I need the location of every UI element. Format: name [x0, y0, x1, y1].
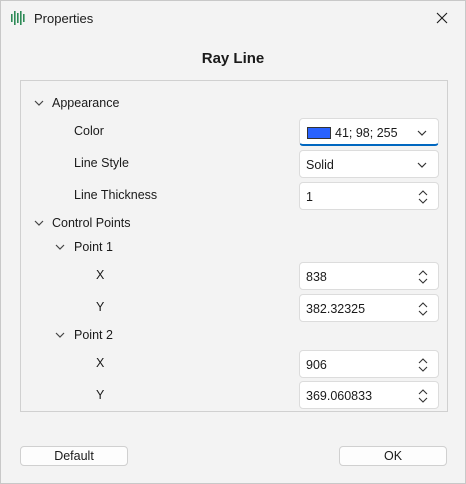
chevron-down-icon — [417, 162, 427, 168]
ok-button[interactable]: OK — [339, 446, 447, 466]
dialog-heading: Ray Line — [201, 50, 265, 67]
title-bar: Properties — [1, 1, 465, 35]
spin-arrows-icon[interactable] — [418, 299, 428, 319]
color-value: 41; 98; 255 — [335, 126, 398, 140]
spin-arrows-icon[interactable] — [418, 187, 428, 207]
spin-arrows-icon[interactable] — [418, 355, 428, 375]
close-icon — [436, 12, 448, 24]
point2-x-label: X — [96, 356, 105, 370]
spin-arrows-icon[interactable] — [418, 267, 428, 287]
line-style-value: Solid — [306, 158, 334, 172]
chevron-down-icon[interactable] — [33, 97, 45, 109]
point2-y-stepper[interactable]: 369.060833 — [299, 381, 439, 409]
group-point-2[interactable]: Point 2 — [21, 323, 447, 347]
properties-dialog: Properties Ray Line Appearance Color 41;… — [0, 0, 466, 484]
line-thickness-stepper[interactable]: 1 — [299, 182, 439, 210]
point2-y-value: 369.060833 — [306, 389, 373, 403]
properties-tree: Appearance Color 41; 98; 255 Line Style … — [20, 80, 448, 412]
group-point-2-label: Point 2 — [74, 328, 113, 342]
line-style-label: Line Style — [74, 156, 129, 170]
chevron-down-icon — [417, 130, 427, 136]
point1-y-stepper[interactable]: 382.32325 — [299, 294, 439, 322]
color-label: Color — [74, 124, 104, 138]
point1-x-value: 838 — [306, 270, 327, 284]
spin-arrows-icon[interactable] — [418, 386, 428, 406]
group-appearance-label: Appearance — [52, 96, 120, 110]
chevron-down-icon[interactable] — [33, 217, 45, 229]
line-thickness-value: 1 — [306, 190, 313, 204]
point2-x-value: 906 — [306, 358, 327, 372]
window-title: Properties — [34, 11, 94, 26]
line-thickness-label: Line Thickness — [74, 188, 158, 202]
color-swatch — [307, 127, 331, 139]
group-point-1-label: Point 1 — [74, 240, 113, 254]
color-picker[interactable]: 41; 98; 255 — [299, 118, 439, 146]
point1-y-value: 382.32325 — [306, 302, 366, 316]
default-button[interactable]: Default — [20, 446, 128, 466]
group-control-points-label: Control Points — [52, 216, 131, 230]
group-control-points[interactable]: Control Points — [21, 211, 447, 235]
point2-y-label: Y — [96, 388, 105, 402]
chevron-down-icon[interactable] — [54, 241, 66, 253]
point1-x-stepper[interactable]: 838 — [299, 262, 439, 290]
app-waveform-icon — [11, 11, 25, 25]
group-appearance[interactable]: Appearance — [21, 91, 447, 115]
point1-x-label: X — [96, 268, 105, 282]
chevron-down-icon[interactable] — [54, 329, 66, 341]
point1-y-label: Y — [96, 300, 105, 314]
group-point-1[interactable]: Point 1 — [21, 235, 447, 259]
point2-x-stepper[interactable]: 906 — [299, 350, 439, 378]
close-button[interactable] — [419, 1, 465, 35]
line-style-select[interactable]: Solid — [299, 150, 439, 178]
